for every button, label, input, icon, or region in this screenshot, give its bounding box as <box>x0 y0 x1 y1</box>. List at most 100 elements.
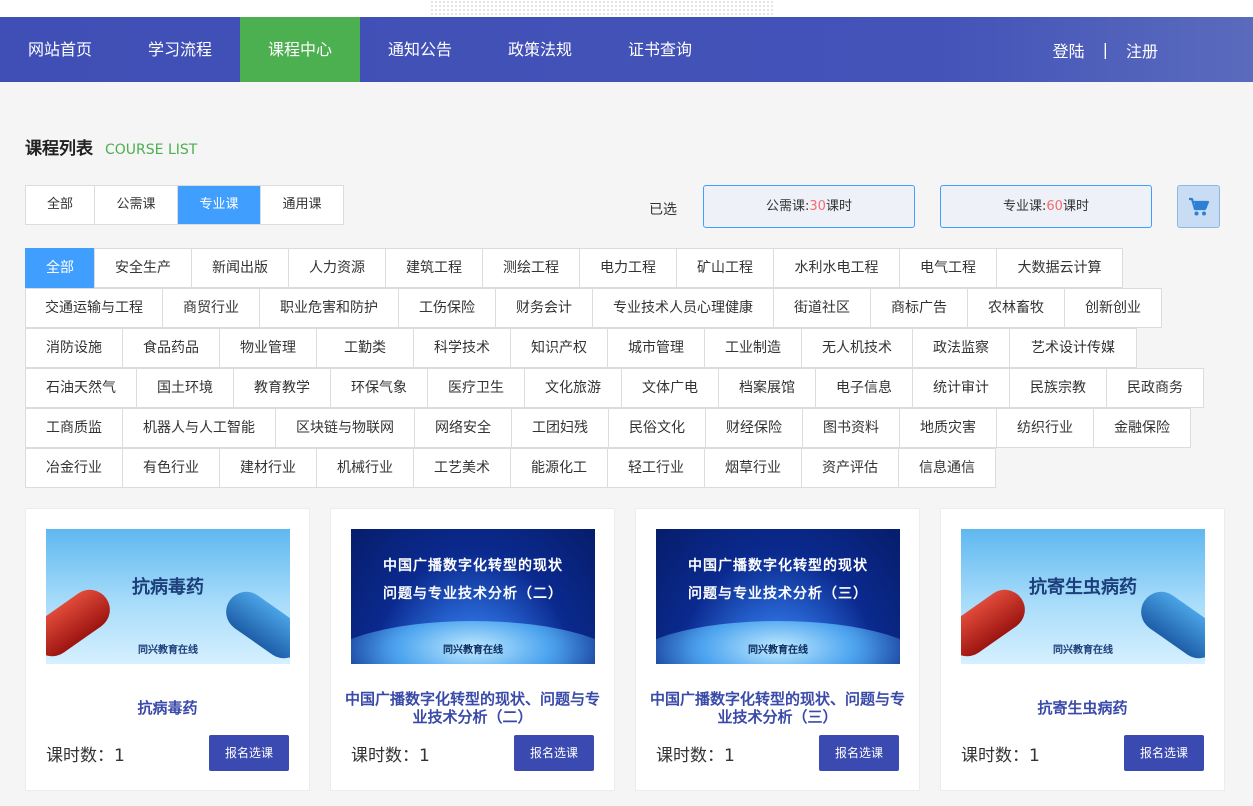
category-item[interactable]: 烟草行业 <box>704 448 802 488</box>
category-item[interactable]: 艺术设计传媒 <box>1009 328 1137 368</box>
course-card[interactable]: 中国广播数字化转型的现状 问题与专业技术分析（三） 同兴教育在线 中国广播数字化… <box>635 508 920 791</box>
category-item[interactable]: 金融保险 <box>1093 408 1191 448</box>
category-item[interactable]: 商标广告 <box>870 288 968 328</box>
nav-certificate-query[interactable]: 证书查询 <box>600 17 720 82</box>
category-item[interactable]: 机械行业 <box>316 448 414 488</box>
enroll-button[interactable]: 报名选课 <box>209 735 289 771</box>
course-title[interactable]: 抗病毒药 <box>38 687 297 729</box>
category-item[interactable]: 测绘工程 <box>482 248 580 288</box>
category-item[interactable]: 资产评估 <box>801 448 899 488</box>
category-item[interactable]: 工团妇残 <box>511 408 609 448</box>
category-item[interactable]: 民族宗教 <box>1009 368 1107 408</box>
category-item[interactable]: 冶金行业 <box>25 448 123 488</box>
category-item[interactable]: 专业技术人员心理健康 <box>592 288 774 328</box>
category-item[interactable]: 大数据云计算 <box>996 248 1123 288</box>
category-item[interactable]: 建筑工程 <box>385 248 483 288</box>
category-item[interactable]: 图书资料 <box>802 408 900 448</box>
category-item[interactable]: 食品药品 <box>122 328 220 368</box>
category-item[interactable]: 文化旅游 <box>524 368 622 408</box>
course-type-tabs: 全部 公需课 专业课 通用课 <box>25 185 344 225</box>
course-thumbnail[interactable]: 中国广播数字化转型的现状 问题与专业技术分析（二） 同兴教育在线 <box>351 529 595 664</box>
type-tab-professional[interactable]: 专业课 <box>178 186 261 224</box>
category-item[interactable]: 财务会计 <box>495 288 593 328</box>
cart-button[interactable] <box>1177 185 1220 228</box>
category-item[interactable]: 创新创业 <box>1064 288 1162 328</box>
category-item[interactable]: 网络安全 <box>414 408 512 448</box>
course-title[interactable]: 中国广播数字化转型的现状、问题与专业技术分析（三） <box>648 687 907 729</box>
category-item[interactable]: 工伤保险 <box>398 288 496 328</box>
category-item[interactable]: 档案展馆 <box>718 368 816 408</box>
course-thumbnail[interactable]: 抗病毒药 同兴教育在线 <box>46 529 290 664</box>
type-tab-all[interactable]: 全部 <box>26 186 95 224</box>
category-item[interactable]: 地质灾害 <box>899 408 997 448</box>
category-all[interactable]: 全部 <box>25 248 95 288</box>
enroll-button[interactable]: 报名选课 <box>1124 735 1204 771</box>
thumbnail-title: 抗寄生虫病药 <box>1029 577 1137 598</box>
category-item[interactable]: 环保气象 <box>330 368 428 408</box>
category-item[interactable]: 教育教学 <box>233 368 331 408</box>
type-tab-general[interactable]: 通用课 <box>261 186 343 224</box>
category-item[interactable]: 文体广电 <box>621 368 719 408</box>
category-item[interactable]: 电子信息 <box>815 368 913 408</box>
category-item[interactable]: 轻工行业 <box>607 448 705 488</box>
enroll-button[interactable]: 报名选课 <box>819 735 899 771</box>
category-item[interactable]: 民俗文化 <box>608 408 706 448</box>
course-list: 抗病毒药 同兴教育在线 抗病毒药 课时数：1 报名选课 中国广播数字化转型的现状… <box>25 508 1225 791</box>
nav-home[interactable]: 网站首页 <box>0 17 120 82</box>
nav-notices[interactable]: 通知公告 <box>360 17 480 82</box>
category-item[interactable]: 纺织行业 <box>996 408 1094 448</box>
category-item[interactable]: 水利水电工程 <box>773 248 900 288</box>
course-thumbnail[interactable]: 中国广播数字化转型的现状 问题与专业技术分析（三） 同兴教育在线 <box>656 529 900 664</box>
category-item[interactable]: 民政商务 <box>1106 368 1204 408</box>
category-item[interactable]: 科学技术 <box>413 328 511 368</box>
category-item[interactable]: 电力工程 <box>579 248 677 288</box>
professional-credit-value: 60 <box>1046 199 1063 214</box>
category-item[interactable]: 电气工程 <box>899 248 997 288</box>
category-item[interactable]: 知识产权 <box>510 328 608 368</box>
category-item[interactable]: 医疗卫生 <box>427 368 525 408</box>
nav-course-center[interactable]: 课程中心 <box>240 17 360 82</box>
category-item[interactable]: 统计审计 <box>912 368 1010 408</box>
category-item[interactable]: 工业制造 <box>704 328 802 368</box>
type-tab-public[interactable]: 公需课 <box>95 186 178 224</box>
category-item[interactable]: 财经保险 <box>705 408 803 448</box>
category-row-3: 消防设施 食品药品 物业管理 工勤类 科学技术 知识产权 城市管理 工业制造 无… <box>25 328 1205 368</box>
category-item[interactable]: 安全生产 <box>94 248 192 288</box>
category-item[interactable]: 新闻出版 <box>191 248 289 288</box>
nav-study-process[interactable]: 学习流程 <box>120 17 240 82</box>
category-item[interactable]: 能源化工 <box>510 448 608 488</box>
category-item[interactable]: 政法监察 <box>912 328 1010 368</box>
nav-policies[interactable]: 政策法规 <box>480 17 600 82</box>
login-link[interactable]: 登陆 <box>1053 38 1085 62</box>
category-item[interactable]: 工艺美术 <box>413 448 511 488</box>
section-title: 课程列表 COURSE LIST <box>25 134 197 159</box>
category-item[interactable]: 区块链与物联网 <box>275 408 415 448</box>
category-item[interactable]: 建材行业 <box>219 448 317 488</box>
category-item[interactable]: 人力资源 <box>288 248 386 288</box>
category-item[interactable]: 街道社区 <box>773 288 871 328</box>
course-title[interactable]: 中国广播数字化转型的现状、问题与专业技术分析（二） <box>343 687 602 729</box>
course-card[interactable]: 抗寄生虫病药 同兴教育在线 抗寄生虫病药 课时数：1 报名选课 <box>940 508 1225 791</box>
category-item[interactable]: 机器人与人工智能 <box>122 408 276 448</box>
register-link[interactable]: 注册 <box>1126 38 1158 62</box>
category-item[interactable]: 交通运输与工程 <box>25 288 163 328</box>
category-item[interactable]: 工勤类 <box>316 328 414 368</box>
category-item[interactable]: 职业危害和防护 <box>259 288 399 328</box>
category-item[interactable]: 矿山工程 <box>676 248 774 288</box>
category-item[interactable]: 农林畜牧 <box>967 288 1065 328</box>
category-item[interactable]: 消防设施 <box>25 328 123 368</box>
course-card[interactable]: 中国广播数字化转型的现状 问题与专业技术分析（二） 同兴教育在线 中国广播数字化… <box>330 508 615 791</box>
category-item[interactable]: 物业管理 <box>219 328 317 368</box>
category-item[interactable]: 国土环境 <box>136 368 234 408</box>
course-card[interactable]: 抗病毒药 同兴教育在线 抗病毒药 课时数：1 报名选课 <box>25 508 310 791</box>
enroll-button[interactable]: 报名选课 <box>514 735 594 771</box>
category-item[interactable]: 城市管理 <box>607 328 705 368</box>
category-item[interactable]: 商贸行业 <box>162 288 260 328</box>
category-item[interactable]: 信息通信 <box>898 448 996 488</box>
category-item[interactable]: 有色行业 <box>122 448 220 488</box>
course-title[interactable]: 抗寄生虫病药 <box>953 687 1212 729</box>
category-item[interactable]: 工商质监 <box>25 408 123 448</box>
category-item[interactable]: 无人机技术 <box>801 328 913 368</box>
course-thumbnail[interactable]: 抗寄生虫病药 同兴教育在线 <box>961 529 1205 664</box>
category-item[interactable]: 石油天然气 <box>25 368 137 408</box>
